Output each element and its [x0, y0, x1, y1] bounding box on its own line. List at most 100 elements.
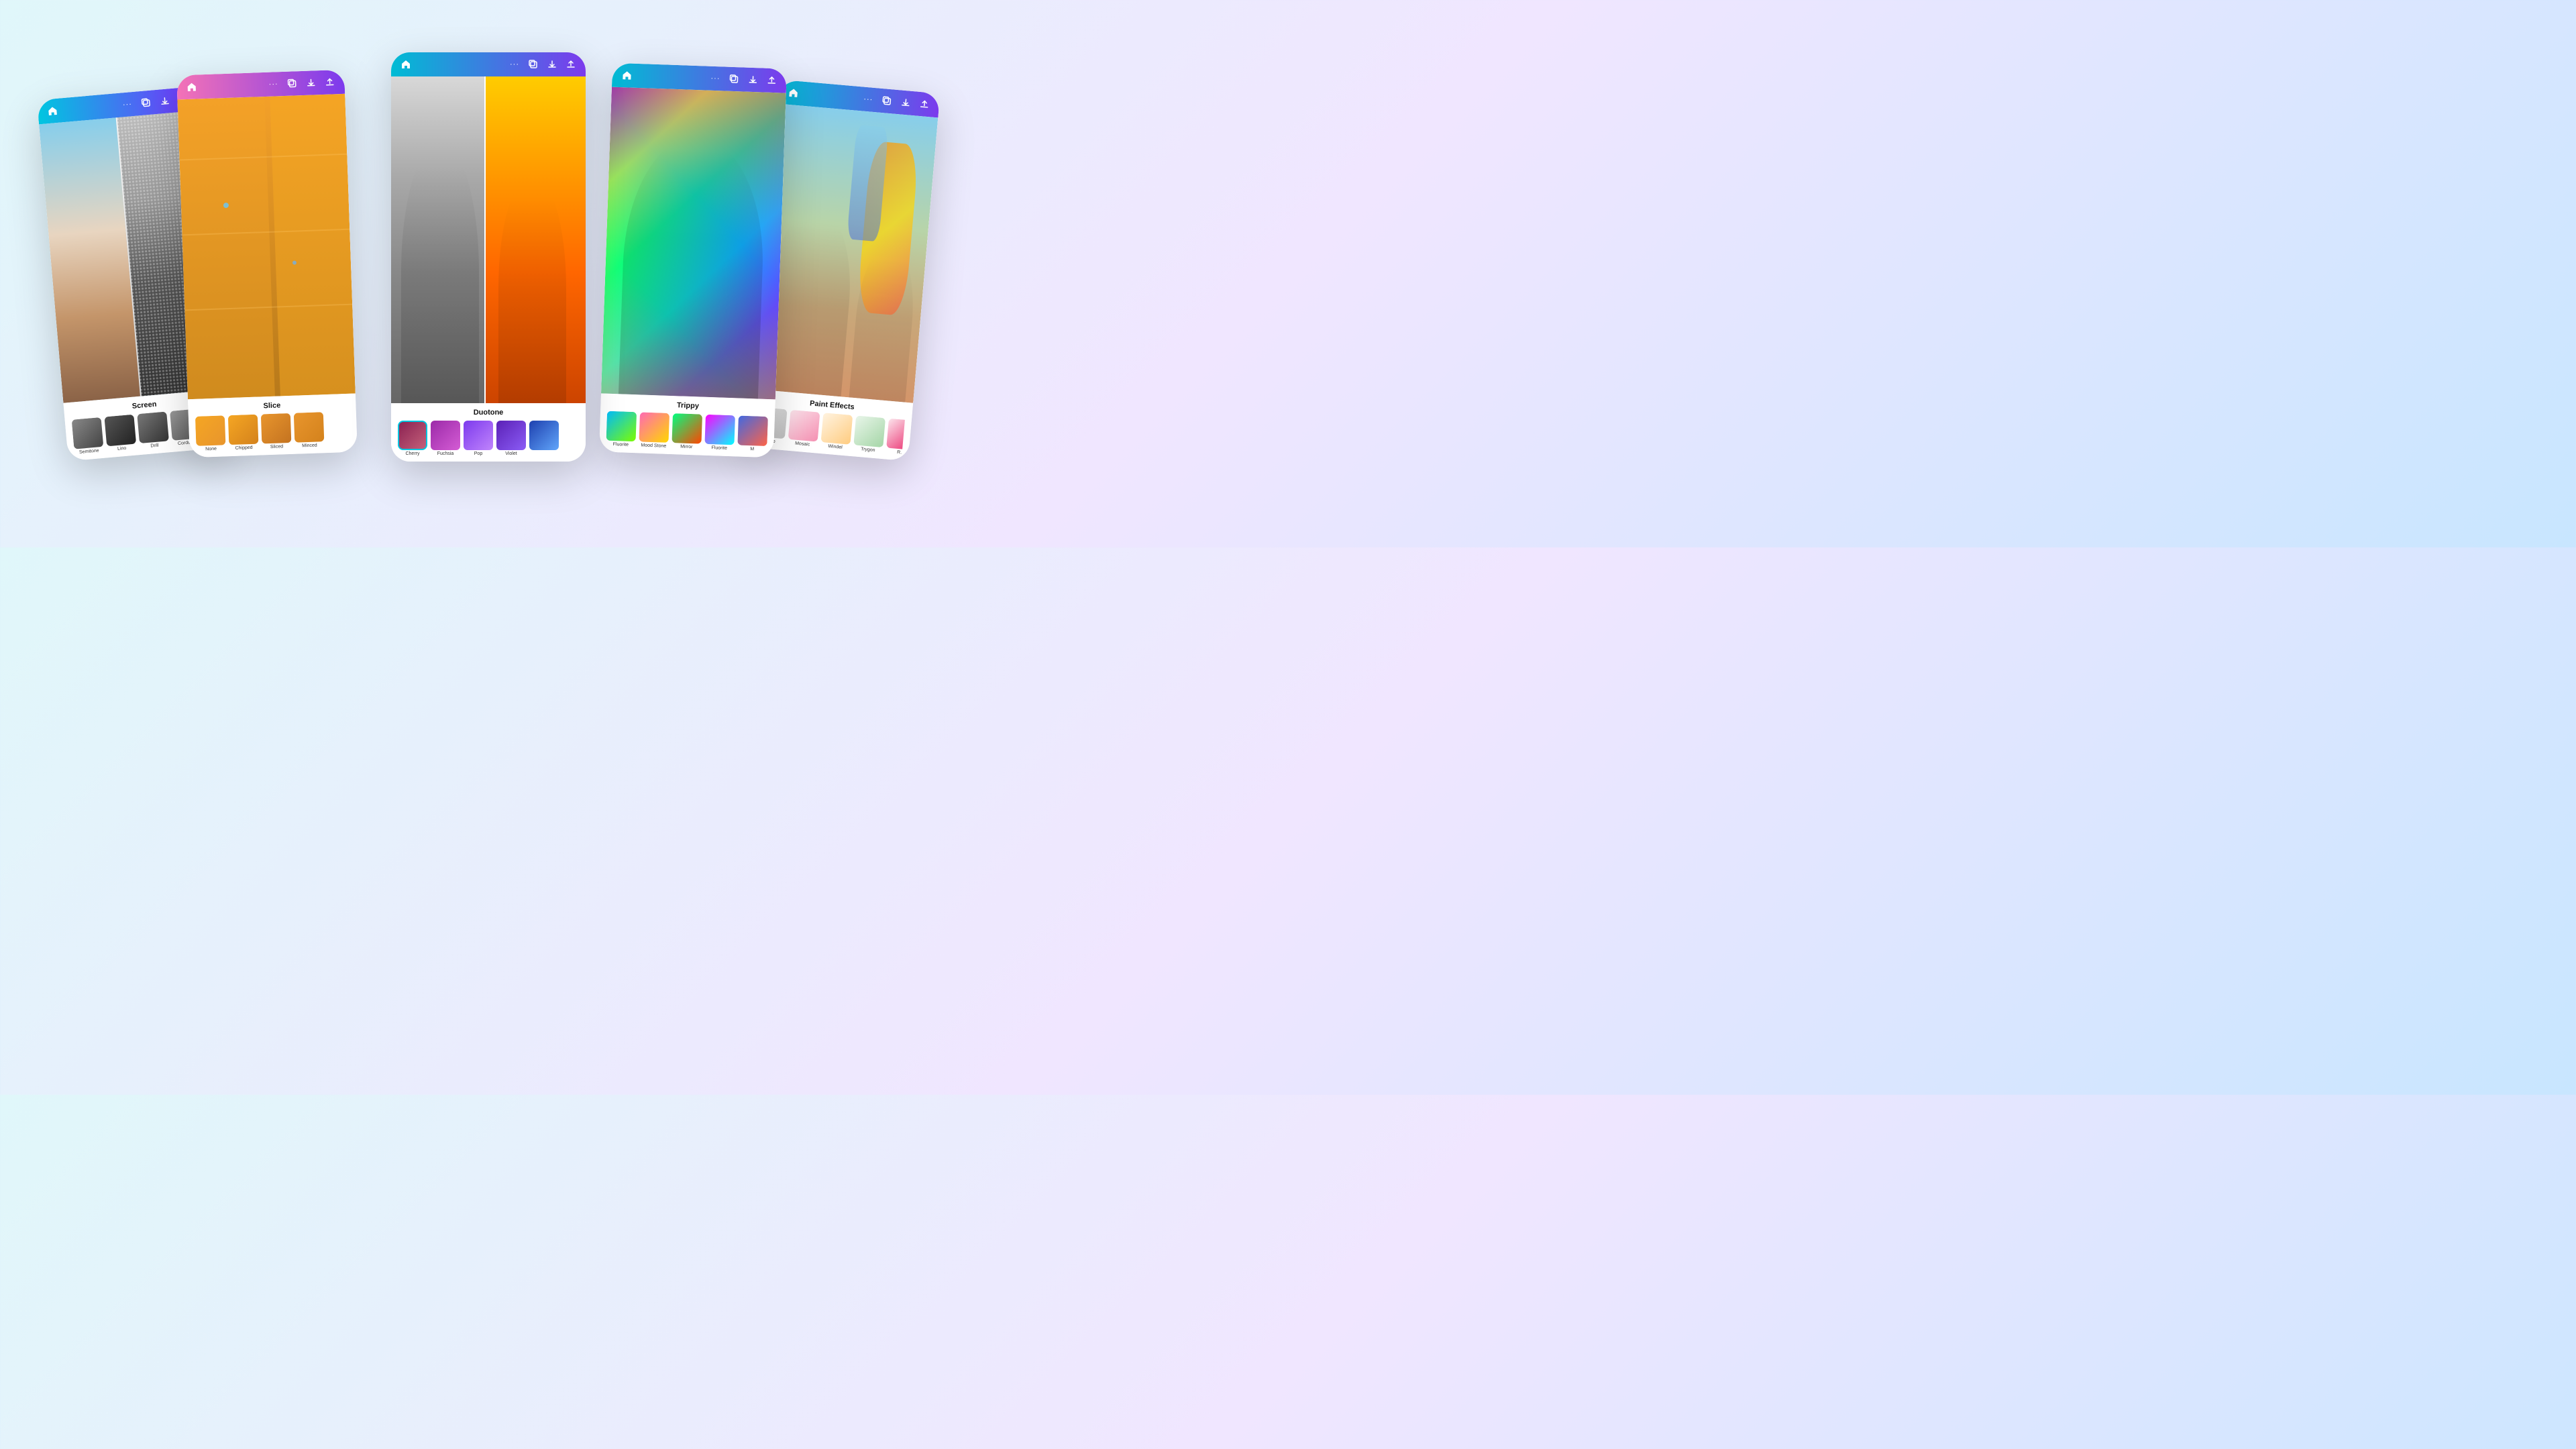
thumb-m-trippy[interactable]: M: [737, 416, 768, 453]
thumb-img-none-slice: [195, 415, 226, 446]
more-icon-5[interactable]: ···: [861, 92, 876, 107]
thumb-img-chipped: [228, 415, 259, 445]
home-icon-5[interactable]: [786, 86, 801, 101]
copy-icon-1[interactable]: [139, 95, 154, 110]
thumb-img-trygon: [853, 415, 885, 447]
thumb-label-fuchsia: Fuchsia: [437, 451, 454, 456]
download-icon-3[interactable]: [545, 58, 559, 71]
download-icon-4[interactable]: [746, 73, 760, 87]
thumb-img-fluorite-1: [606, 411, 637, 442]
thumb-img-semitone: [72, 417, 104, 449]
thumb-img-sliced: [261, 413, 292, 444]
thumb-img-fluorite-2: [704, 415, 735, 445]
image-duotone: [391, 76, 586, 403]
more-icon-1[interactable]: ···: [120, 97, 135, 112]
thumb-label-pop: Pop: [474, 451, 482, 456]
thumb-label-none-slice: None: [205, 447, 217, 452]
thumb-fluorite-2[interactable]: Fluorite: [704, 415, 735, 451]
thumb-img-drill: [137, 411, 169, 443]
thumbnails-slice: None Chipped Sliced Minced: [195, 411, 351, 452]
thumb-lino[interactable]: Lino: [104, 415, 136, 453]
more-icon-2[interactable]: ···: [266, 77, 280, 91]
phone-card-duotone: ··· Duotone: [391, 52, 586, 462]
thumb-windel[interactable]: Windel: [820, 413, 853, 451]
thumb-label-cherry: Cherry: [405, 451, 419, 456]
thumb-none-slice[interactable]: None: [195, 415, 226, 452]
thumb-img-cherry: [398, 421, 427, 450]
thumb-label-r-paint: R...: [897, 450, 904, 455]
thumb-violet[interactable]: Violet: [496, 421, 526, 456]
thumb-img-fuchsia: [431, 421, 460, 450]
thumb-img-pop: [464, 421, 493, 450]
home-icon-1[interactable]: [46, 104, 60, 119]
thumb-label-windel: Windel: [828, 444, 843, 450]
thumb-drill[interactable]: Drill: [137, 411, 169, 449]
download-icon-5[interactable]: [898, 95, 913, 110]
thumb-mirror[interactable]: Mirror: [672, 413, 702, 450]
thumb-img-m-trippy: [737, 416, 768, 447]
thumb-label-trygon: Trygon: [861, 447, 875, 453]
copy-icon-3[interactable]: [527, 58, 540, 71]
thumb-trygon[interactable]: Trygon: [853, 415, 885, 453]
more-icon-4[interactable]: ···: [708, 72, 722, 86]
phone-card-trippy: ··· Trippy: [599, 63, 787, 458]
thumbnails-duotone: Cherry Fuchsia Pop Violet: [398, 421, 579, 456]
bottom-trippy: Trippy Fluorite Mood Stone Mirror Fluori…: [599, 393, 775, 458]
bottom-slice: Slice None Chipped Sliced Minced: [188, 394, 358, 458]
effect-title-trippy: Trippy: [607, 399, 768, 413]
thumb-img-r-paint: [886, 419, 905, 451]
thumb-semitone[interactable]: Semitone: [72, 417, 104, 455]
thumb-sliced[interactable]: Sliced: [261, 413, 292, 450]
thumb-label-minced: Minced: [302, 443, 317, 449]
thumb-extra-duo[interactable]: [529, 421, 559, 456]
bottom-duotone: Duotone Cherry Fuchsia Pop Violet: [391, 403, 586, 462]
thumbnails-paint: None Mosaic Windel Trygon R...: [755, 407, 905, 455]
thumb-pop[interactable]: Pop: [464, 421, 493, 456]
image-trippy: [601, 87, 786, 400]
download-icon-1[interactable]: [158, 94, 172, 109]
share-icon-3[interactable]: [564, 58, 578, 71]
thumb-cherry[interactable]: Cherry: [398, 421, 427, 456]
thumb-label-mirror: Mirror: [680, 445, 693, 450]
thumb-img-violet: [496, 421, 526, 450]
header-3: ···: [391, 52, 586, 76]
share-icon-5[interactable]: [917, 97, 932, 112]
scene: ···: [52, 39, 924, 508]
effect-title-slice: Slice: [195, 399, 349, 413]
more-icon-3[interactable]: ···: [508, 58, 521, 71]
thumb-label-mosaic: Mosaic: [795, 441, 810, 447]
download-icon-2[interactable]: [304, 76, 318, 90]
thumb-label-semitone: Semitone: [79, 448, 99, 455]
thumb-label-mood-stone: Mood Stone: [641, 443, 666, 448]
copy-icon-4[interactable]: [727, 72, 741, 87]
duotone-divider: [484, 76, 486, 403]
home-icon-3[interactable]: [399, 58, 413, 71]
thumb-label-fluorite-2: Fluorite: [711, 445, 727, 451]
thumb-fluorite-1[interactable]: Fluorite: [606, 411, 637, 448]
thumbnails-trippy: Fluorite Mood Stone Mirror Fluorite M: [606, 411, 768, 452]
thumb-img-minced: [294, 412, 325, 443]
thumb-label-sliced: Sliced: [270, 444, 283, 449]
thumb-label-fluorite-1: Fluorite: [613, 442, 629, 447]
thumb-img-mirror: [672, 413, 702, 444]
thumb-fuchsia[interactable]: Fuchsia: [431, 421, 460, 456]
thumb-r-paint[interactable]: R...: [885, 419, 905, 455]
thumb-mood-stone[interactable]: Mood Stone: [639, 412, 669, 449]
thumb-img-lino: [104, 415, 136, 447]
home-icon-4[interactable]: [620, 68, 634, 83]
thumb-mosaic[interactable]: Mosaic: [788, 410, 820, 448]
thumb-label-lino: Lino: [117, 446, 127, 451]
thumb-chipped[interactable]: Chipped: [228, 415, 259, 451]
image-slice: [177, 94, 355, 399]
share-icon-2[interactable]: [323, 75, 337, 89]
copy-icon-2[interactable]: [285, 76, 299, 91]
share-icon-4[interactable]: [765, 74, 779, 88]
home-icon-2[interactable]: [184, 80, 199, 94]
effect-title-duotone: Duotone: [398, 409, 579, 417]
thumb-img-mood-stone: [639, 412, 670, 443]
thumb-img-mosaic: [788, 410, 820, 442]
phone-card-slice: ···: [176, 70, 358, 458]
thumb-minced[interactable]: Minced: [294, 412, 325, 449]
copy-icon-5[interactable]: [879, 94, 894, 109]
thumb-label-chipped: Chipped: [235, 445, 252, 451]
